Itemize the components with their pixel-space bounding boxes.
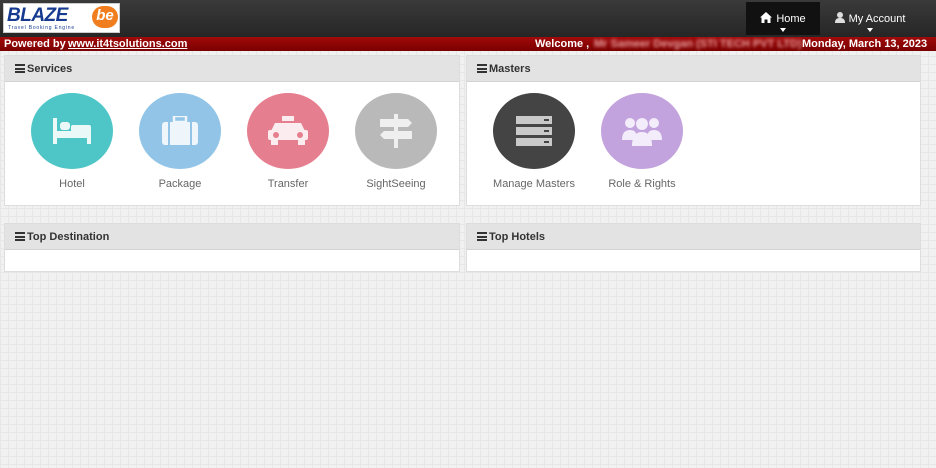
- nav-home-button[interactable]: Home: [746, 2, 820, 35]
- master-label: Manage Masters: [493, 178, 575, 190]
- services-panel-header: Services: [5, 56, 459, 82]
- company-site-link[interactable]: www.it4tsolutions.com: [68, 37, 187, 51]
- services-panel: Services Hotel Package Transfer SightSee…: [4, 55, 460, 206]
- bed-icon: [31, 93, 113, 169]
- home-icon: [760, 11, 773, 26]
- panel-title: Top Hotels: [489, 230, 546, 243]
- menu-bars-icon: [477, 64, 487, 73]
- service-label: Package: [158, 178, 202, 190]
- nav-home-label: Home: [776, 12, 806, 25]
- master-label: Role & Rights: [608, 178, 676, 190]
- top-destination-panel: Top Destination: [4, 223, 460, 272]
- logo-badge: be: [92, 6, 118, 28]
- master-manage-masters[interactable]: Manage Masters: [484, 93, 584, 190]
- masters-panel: Masters Manage Masters Role & Rights: [466, 55, 921, 206]
- chevron-down-icon: [867, 28, 873, 32]
- powered-by-label: Powered by: [4, 38, 66, 50]
- service-package[interactable]: Package: [130, 93, 230, 190]
- user-name: Mr Sameer Devgan (STI TECH PVT LTD): [594, 38, 802, 50]
- logo-tagline: Travel Booking Engine: [8, 25, 75, 31]
- top-hotels-panel: Top Hotels: [466, 223, 921, 272]
- service-label: Hotel: [59, 178, 85, 190]
- current-date: Monday, March 13, 2023: [802, 38, 928, 50]
- panel-title: Top Destination: [27, 230, 110, 243]
- panel-title: Masters: [489, 62, 531, 75]
- service-sightseeing[interactable]: SightSeeing: [346, 93, 446, 190]
- logo-text: BLAZE: [7, 5, 68, 26]
- server-icon: [493, 93, 575, 169]
- taxi-icon: [247, 93, 329, 169]
- welcome-label: Welcome ,: [535, 38, 590, 50]
- service-hotel[interactable]: Hotel: [22, 93, 122, 190]
- top-hotels-panel-header: Top Hotels: [467, 224, 920, 250]
- master-role-rights[interactable]: Role & Rights: [592, 93, 692, 190]
- panel-title: Services: [27, 62, 73, 75]
- users-group-icon: [601, 93, 683, 169]
- signpost-icon: [355, 93, 437, 169]
- top-destination-panel-header: Top Destination: [5, 224, 459, 250]
- masters-panel-header: Masters: [467, 56, 920, 82]
- menu-bars-icon: [15, 232, 25, 241]
- blaze-logo[interactable]: BLAZE be Travel Booking Engine: [3, 3, 120, 33]
- menu-bars-icon: [477, 232, 487, 241]
- nav-my-account-label: My Account: [848, 12, 906, 25]
- user-icon: [834, 11, 845, 26]
- nav-my-account-button[interactable]: My Account: [822, 2, 918, 35]
- service-label: SightSeeing: [366, 178, 426, 190]
- top-header: BLAZE be Travel Booking Engine Home My A…: [0, 0, 936, 37]
- service-transfer[interactable]: Transfer: [238, 93, 338, 190]
- suitcase-icon: [139, 93, 221, 169]
- service-label: Transfer: [267, 178, 309, 190]
- menu-bars-icon: [15, 64, 25, 73]
- info-bar: Powered by www.it4tsolutions.com Welcome…: [0, 37, 936, 51]
- chevron-down-icon: [780, 28, 786, 32]
